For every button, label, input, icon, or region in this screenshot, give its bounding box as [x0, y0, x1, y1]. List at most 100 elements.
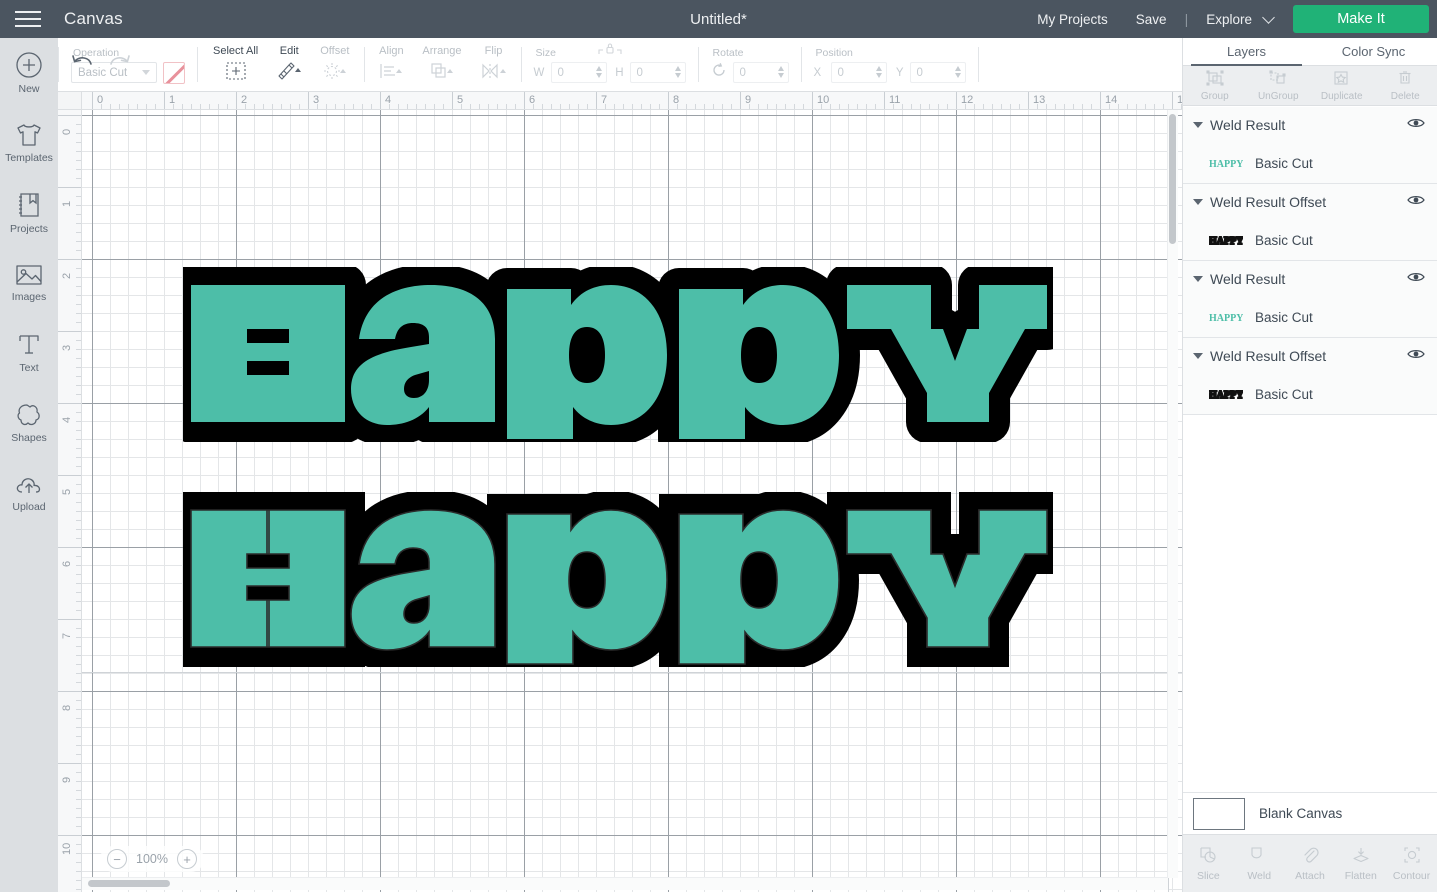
x-input[interactable]: 0 — [830, 62, 887, 83]
delete-button[interactable]: Delete — [1374, 66, 1437, 105]
canvas-color-swatch[interactable] — [1193, 797, 1245, 830]
width-stepper[interactable] — [595, 66, 602, 78]
width-input[interactable]: 0 — [550, 62, 607, 83]
y-input[interactable]: 0 — [909, 62, 966, 83]
canvas-area[interactable]: 0123456789101112131415 012345678910 − 10… — [58, 92, 1182, 892]
align-button[interactable]: Align — [369, 45, 413, 86]
visibility-eye-icon[interactable] — [1407, 347, 1425, 365]
layer-child-row[interactable]: HAPPY Basic Cut — [1183, 143, 1437, 183]
save-button[interactable]: Save — [1122, 12, 1181, 27]
flip-button[interactable]: Flip — [471, 45, 517, 86]
x-stepper[interactable] — [875, 66, 882, 78]
layer-child-row[interactable]: HAPPY Basic Cut — [1183, 297, 1437, 337]
chevron-down-icon[interactable] — [1193, 199, 1203, 205]
chevron-down-icon[interactable] — [1193, 276, 1203, 282]
sidebar-item-new[interactable]: New — [0, 38, 58, 108]
horizontal-scrollbar-track[interactable] — [82, 877, 1168, 890]
ruler-minor-tick — [866, 104, 867, 109]
ruler-minor-tick — [1001, 104, 1002, 109]
contour-button[interactable]: Contour — [1386, 835, 1437, 892]
ruler-minor-tick — [76, 295, 81, 296]
layer-thumbnail: HAPPY — [1209, 231, 1247, 249]
horizontal-ruler: 0123456789101112131415 — [82, 92, 1182, 110]
chevron-down-icon[interactable] — [1193, 122, 1203, 128]
ruler-label: 8 — [61, 704, 73, 711]
zoom-out-button[interactable]: − — [107, 849, 127, 869]
ruler-minor-tick — [794, 104, 795, 109]
svg-text:HAPPY: HAPPY — [1209, 159, 1243, 168]
artwork-happy-selected[interactable] — [183, 492, 1053, 667]
group-icon — [1206, 69, 1224, 89]
ruler-label: 13 — [1033, 94, 1046, 106]
redo-icon[interactable] — [106, 52, 132, 79]
attach-button[interactable]: Attach — [1285, 835, 1336, 892]
ruler-label: 10 — [61, 842, 73, 855]
tab-color-sync[interactable]: Color Sync — [1310, 38, 1437, 65]
duplicate-button[interactable]: Duplicate — [1310, 66, 1374, 105]
layers-list[interactable]: Weld Result HAPPY Basic Cut Weld Result … — [1183, 107, 1437, 792]
hamburger-menu-icon[interactable] — [0, 0, 56, 38]
tab-layers[interactable]: Layers — [1183, 38, 1310, 66]
weld-button[interactable]: Weld — [1234, 835, 1285, 892]
ruler-minor-tick — [76, 196, 81, 197]
edit-scissors-icon — [276, 61, 302, 86]
make-it-button[interactable]: Make It — [1293, 5, 1429, 33]
rotate-input[interactable]: 0 — [732, 62, 789, 83]
contour-icon — [1403, 846, 1421, 867]
undo-icon[interactable] — [70, 52, 96, 79]
ruler-tick — [58, 259, 81, 260]
ruler-minor-tick — [76, 376, 81, 377]
artwork-happy-outlined[interactable] — [183, 267, 1053, 442]
layer-thumbnail: HAPPY — [1209, 154, 1247, 172]
my-projects-link[interactable]: My Projects — [1023, 12, 1122, 27]
layer-child-row[interactable]: HAPPY Basic Cut — [1183, 374, 1437, 414]
arrange-button[interactable]: Arrange — [413, 45, 470, 86]
y-stepper[interactable] — [954, 66, 961, 78]
ungroup-button[interactable]: UnGroup — [1247, 66, 1311, 105]
layer-header[interactable]: Weld Result — [1183, 261, 1437, 297]
aspect-lock-icon[interactable] — [597, 41, 623, 62]
group-button[interactable]: Group — [1183, 66, 1247, 105]
height-input[interactable]: 0 — [629, 62, 686, 83]
edit-button[interactable]: Edit — [267, 45, 311, 86]
blank-canvas-row[interactable]: Blank Canvas — [1183, 792, 1437, 834]
sidebar-item-images[interactable]: Images — [0, 248, 58, 318]
sidebar-item-shapes[interactable]: Shapes — [0, 388, 58, 458]
ruler-minor-tick — [76, 655, 81, 656]
select-all-button[interactable]: Select All — [204, 45, 267, 86]
layer-header[interactable]: Weld Result — [1183, 107, 1437, 143]
sidebar-item-upload[interactable]: Upload — [0, 458, 58, 528]
visibility-eye-icon[interactable] — [1407, 270, 1425, 288]
layer-header[interactable]: Weld Result Offset — [1183, 338, 1437, 374]
sidebar-item-projects[interactable]: Projects — [0, 178, 58, 248]
ruler-minor-tick — [76, 673, 81, 674]
ruler-minor-tick — [76, 277, 81, 278]
visibility-eye-icon[interactable] — [1407, 193, 1425, 211]
ruler-minor-tick — [76, 592, 81, 593]
sidebar-item-text[interactable]: Text — [0, 318, 58, 388]
flatten-button[interactable]: Flatten — [1335, 835, 1386, 892]
operation-color-swatch[interactable] — [163, 61, 185, 84]
layer-header[interactable]: Weld Result Offset — [1183, 184, 1437, 220]
slice-button[interactable]: Slice — [1183, 835, 1234, 892]
vertical-scrollbar-thumb[interactable] — [1169, 114, 1176, 244]
ruler-minor-tick — [76, 502, 81, 503]
offset-button[interactable]: Offset — [311, 45, 358, 86]
zoom-in-button[interactable]: + — [177, 849, 197, 869]
height-stepper[interactable] — [674, 66, 681, 78]
ruler-minor-tick — [76, 664, 81, 665]
attach-paperclip-icon — [1301, 846, 1319, 867]
explore-dropdown[interactable]: Explore — [1192, 10, 1281, 27]
sidebar-item-templates[interactable]: Templates — [0, 108, 58, 178]
ruler-label: 11 — [889, 94, 901, 106]
visibility-eye-icon[interactable] — [1407, 116, 1425, 134]
slice-label: Slice — [1197, 869, 1220, 882]
flip-label: Flip — [484, 44, 503, 57]
layer-child-row[interactable]: HAPPY Basic Cut — [1183, 220, 1437, 260]
ruler-minor-tick — [76, 160, 81, 161]
sidebar-item-label: Shapes — [11, 432, 47, 444]
horizontal-scrollbar-thumb[interactable] — [88, 880, 170, 887]
rotate-stepper[interactable] — [777, 66, 784, 78]
app-label: Canvas — [64, 9, 123, 28]
chevron-down-icon[interactable] — [1193, 353, 1203, 359]
